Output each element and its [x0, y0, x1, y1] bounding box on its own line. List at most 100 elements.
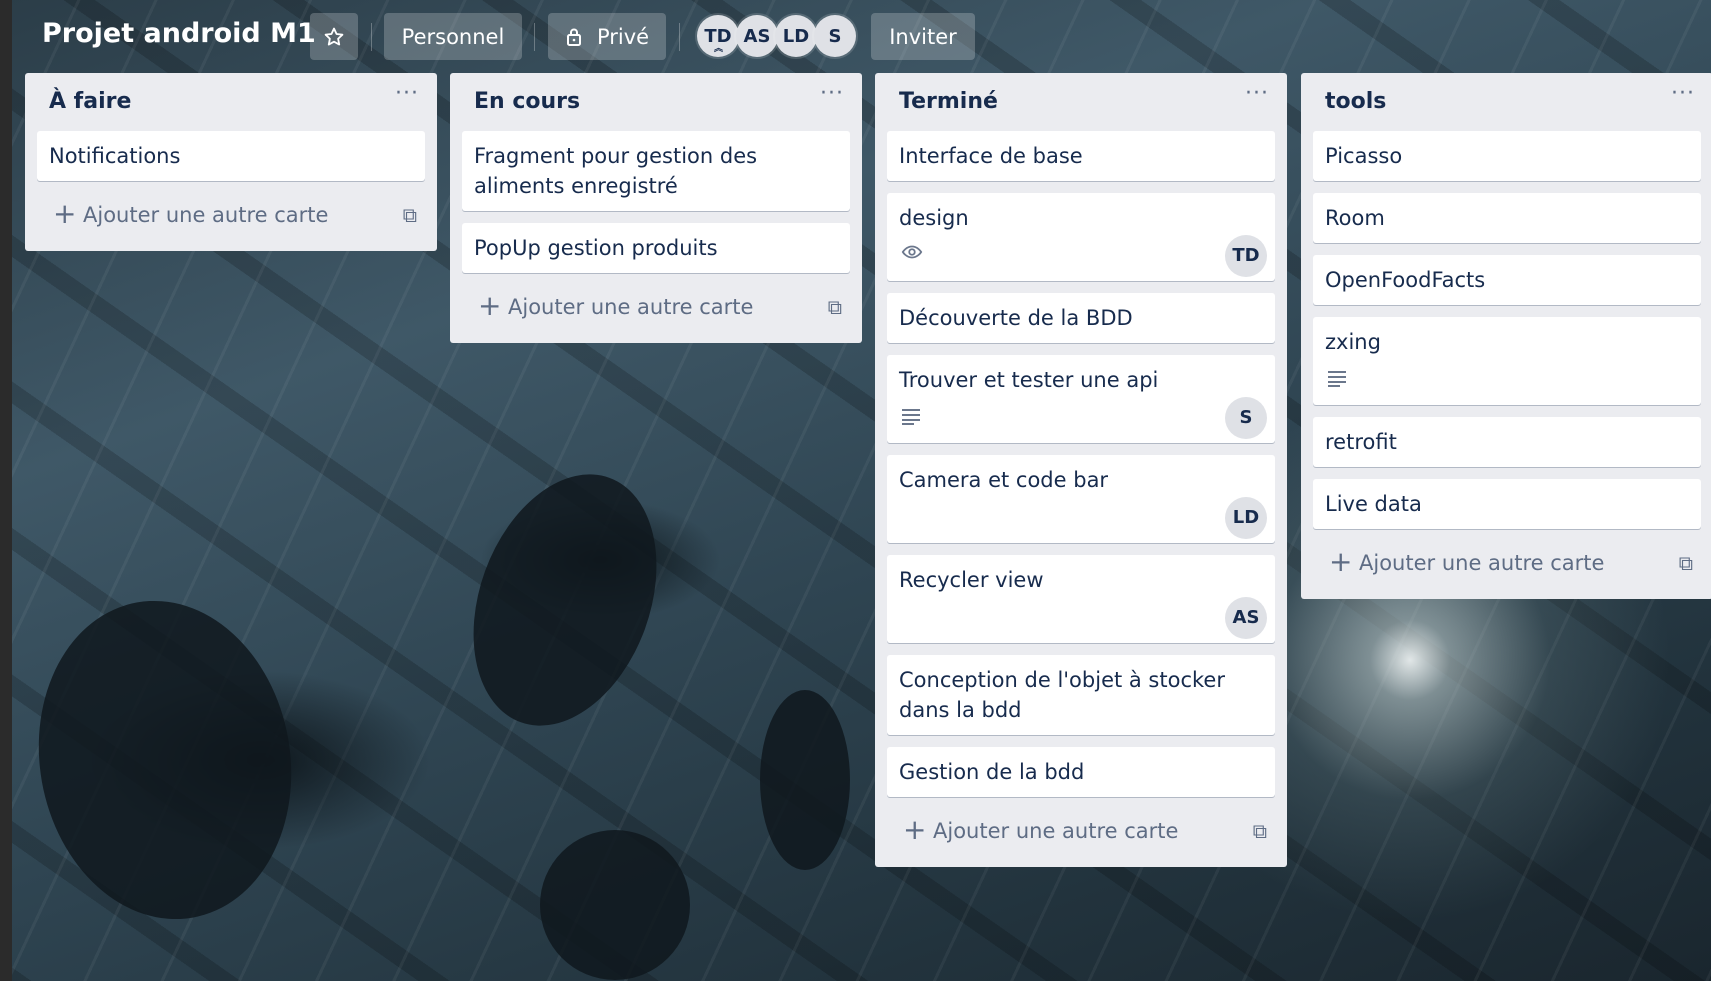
window-edge: [0, 0, 12, 981]
list-en-cours: En cours ··· Fragment pour gestion des a…: [450, 73, 862, 343]
workspace-label: Personnel: [401, 24, 505, 49]
member-avatar[interactable]: AS: [736, 15, 778, 57]
card-title: Fragment pour gestion des aliments enreg…: [474, 144, 758, 198]
card[interactable]: Notifications: [37, 131, 425, 181]
card[interactable]: Camera et code bar LD: [887, 455, 1275, 543]
background-shadow: [540, 830, 690, 980]
card[interactable]: Recycler view AS: [887, 555, 1275, 643]
member-avatar[interactable]: S: [814, 15, 856, 57]
card-title: Trouver et tester une api: [899, 368, 1159, 392]
card-title: Room: [1325, 206, 1385, 230]
description-icon: [1327, 365, 1347, 395]
list-tools: tools ··· Picasso Room OpenFoodFacts zxi…: [1301, 73, 1711, 599]
card-member-avatar[interactable]: S: [1225, 397, 1267, 439]
card-badges: [1325, 361, 1689, 395]
card-member-avatar[interactable]: TD: [1225, 235, 1267, 277]
card-title: OpenFoodFacts: [1325, 268, 1486, 292]
card[interactable]: Conception de l'objet à stocker dans la …: [887, 655, 1275, 735]
list-menu-icon[interactable]: ···: [1245, 81, 1269, 106]
card-title: Camera et code bar: [899, 468, 1109, 492]
card-badges: AS: [899, 597, 1267, 639]
add-card-label: Ajouter une autre carte: [508, 295, 754, 319]
card-title: Notifications: [49, 144, 181, 168]
card[interactable]: design TD: [887, 193, 1275, 281]
card-member-avatar[interactable]: LD: [1225, 497, 1267, 539]
card-title: Live data: [1325, 492, 1422, 516]
card-title: Conception de l'objet à stocker dans la …: [899, 668, 1225, 722]
card[interactable]: Interface de base: [887, 131, 1275, 181]
card-template-icon[interactable]: ⧉: [1253, 819, 1267, 843]
star-button[interactable]: [310, 13, 358, 60]
card-title: Interface de base: [899, 144, 1083, 168]
card-title: PopUp gestion produits: [474, 236, 718, 260]
card-template-icon[interactable]: ⧉: [1679, 551, 1693, 575]
board-header: Projet android M1 Personnel Privé TD ︽ A…: [12, 0, 1711, 72]
eye-icon: [901, 241, 923, 271]
list-title[interactable]: À faire: [49, 89, 131, 114]
card[interactable]: retrofit: [1313, 417, 1701, 467]
add-card-button[interactable]: + Ajouter une autre carte ⧉: [887, 807, 1275, 855]
list-title[interactable]: tools: [1325, 89, 1386, 114]
plus-icon: +: [903, 813, 927, 846]
add-card-label: Ajouter une autre carte: [933, 819, 1179, 843]
list-title[interactable]: En cours: [474, 89, 580, 114]
list-title[interactable]: Terminé: [899, 89, 998, 114]
background-shadow: [760, 690, 850, 870]
card[interactable]: Live data: [1313, 479, 1701, 529]
list-a-faire: À faire ··· Notifications + Ajouter une …: [25, 73, 437, 251]
header-divider: [371, 23, 372, 51]
card-template-icon[interactable]: ⧉: [403, 203, 417, 227]
list-header: En cours ···: [462, 73, 850, 131]
description-icon: [901, 403, 921, 433]
card-title: retrofit: [1325, 430, 1397, 454]
list-header: À faire ···: [37, 73, 425, 131]
star-outline-icon: [324, 27, 344, 45]
invite-button[interactable]: Inviter: [871, 13, 975, 60]
card[interactable]: Fragment pour gestion des aliments enreg…: [462, 131, 850, 211]
header-divider: [534, 23, 535, 51]
visibility-button[interactable]: Privé: [548, 13, 666, 60]
card[interactable]: Room: [1313, 193, 1701, 243]
board-title[interactable]: Projet android M1: [42, 18, 316, 49]
card-title: zxing: [1325, 330, 1381, 354]
add-card-button[interactable]: + Ajouter une autre carte ⧉: [37, 191, 425, 239]
plus-icon: +: [53, 197, 77, 230]
add-card-button[interactable]: + Ajouter une autre carte ⧉: [1313, 539, 1701, 587]
plus-icon: +: [1329, 545, 1353, 578]
card[interactable]: zxing: [1313, 317, 1701, 405]
member-avatar[interactable]: LD: [775, 15, 817, 57]
card[interactable]: Découverte de la BDD: [887, 293, 1275, 343]
admin-chevron-icon: ︽: [714, 44, 724, 54]
add-card-label: Ajouter une autre carte: [83, 203, 329, 227]
header-divider: [679, 23, 680, 51]
card-title: design: [899, 206, 969, 230]
card[interactable]: Picasso: [1313, 131, 1701, 181]
invite-label: Inviter: [889, 24, 957, 49]
list-menu-icon[interactable]: ···: [820, 81, 844, 106]
list-header: tools ···: [1313, 73, 1701, 131]
lock-icon: [566, 28, 581, 46]
member-avatar[interactable]: TD ︽: [697, 15, 739, 57]
card-title: Picasso: [1325, 144, 1403, 168]
add-card-label: Ajouter une autre carte: [1359, 551, 1605, 575]
card[interactable]: PopUp gestion produits: [462, 223, 850, 273]
card-badges: TD: [899, 235, 1267, 277]
card-template-icon[interactable]: ⧉: [828, 295, 842, 319]
list-menu-icon[interactable]: ···: [395, 81, 419, 106]
list-termine: Terminé ··· Interface de base design TD …: [875, 73, 1287, 867]
visibility-label: Privé: [596, 24, 650, 49]
card-title: Recycler view: [899, 568, 1044, 592]
add-card-button[interactable]: + Ajouter une autre carte ⧉: [462, 283, 850, 331]
card-title: Gestion de la bdd: [899, 760, 1085, 784]
card-badges: S: [899, 397, 1267, 439]
card[interactable]: Trouver et tester une api S: [887, 355, 1275, 443]
card-badges: LD: [899, 497, 1267, 539]
list-header: Terminé ···: [887, 73, 1275, 131]
card-member-avatar[interactable]: AS: [1225, 597, 1267, 639]
list-menu-icon[interactable]: ···: [1671, 81, 1695, 106]
card-title: Découverte de la BDD: [899, 306, 1133, 330]
card[interactable]: OpenFoodFacts: [1313, 255, 1701, 305]
card[interactable]: Gestion de la bdd: [887, 747, 1275, 797]
plus-icon: +: [478, 289, 502, 322]
workspace-button[interactable]: Personnel: [384, 13, 522, 60]
